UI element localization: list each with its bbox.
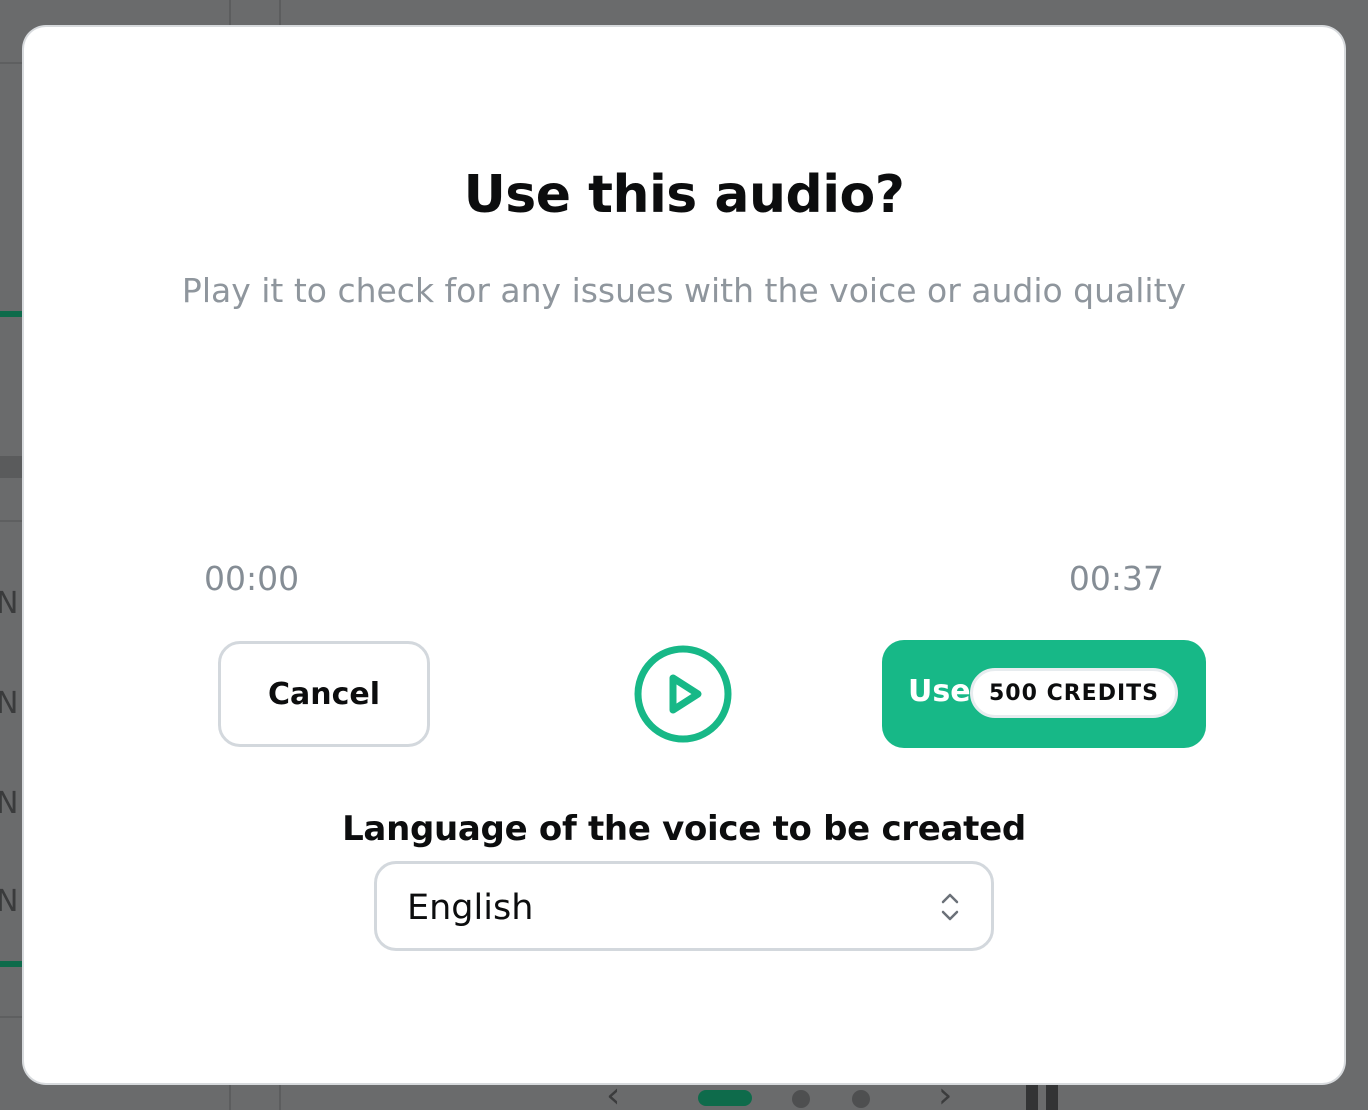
background-accent-bar bbox=[0, 961, 24, 967]
chevron-left-icon: ‹ bbox=[606, 1075, 621, 1110]
play-button[interactable] bbox=[632, 643, 734, 745]
pager-dot bbox=[792, 1090, 810, 1108]
background-divider bbox=[0, 1016, 24, 1018]
pager-active-indicator bbox=[698, 1090, 752, 1106]
background-band bbox=[0, 456, 24, 478]
background-divider bbox=[279, 0, 281, 27]
background-divider bbox=[0, 520, 24, 522]
background-divider bbox=[0, 62, 24, 64]
current-time: 00:00 bbox=[204, 559, 300, 598]
dialog-subtitle: Play it to check for any issues with the… bbox=[181, 271, 1187, 310]
language-select[interactable]: English bbox=[374, 861, 994, 951]
background-row-text: N bbox=[0, 686, 19, 721]
cancel-button[interactable]: Cancel bbox=[218, 641, 430, 747]
background-row-text: N bbox=[0, 586, 19, 621]
language-label: Language of the voice to be created bbox=[342, 809, 1026, 849]
use-audio-dialog: Use this audio? Play it to check for any… bbox=[24, 27, 1344, 1083]
background-row-text: N bbox=[0, 786, 19, 821]
dialog-title: Use this audio? bbox=[463, 165, 905, 225]
background-divider bbox=[229, 1083, 231, 1110]
background-accent-bar bbox=[0, 311, 24, 317]
play-circle-icon bbox=[634, 645, 732, 743]
background-divider bbox=[279, 1083, 281, 1110]
use-button-label: Use bbox=[908, 674, 971, 709]
pause-icon bbox=[1026, 1084, 1060, 1110]
use-audio-button[interactable]: Use 500 CREDITS bbox=[882, 640, 1206, 748]
background-row-text: N bbox=[0, 884, 19, 919]
duration-time: 00:37 bbox=[1068, 559, 1164, 598]
chevron-right-icon: › bbox=[938, 1075, 953, 1110]
background-divider bbox=[229, 0, 231, 27]
credits-badge: 500 CREDITS bbox=[970, 668, 1178, 718]
chevron-up-down-icon bbox=[941, 893, 959, 921]
pager-dot bbox=[852, 1090, 870, 1108]
language-selected-value: English bbox=[407, 888, 534, 928]
background-pager: ‹ › bbox=[600, 1075, 980, 1110]
